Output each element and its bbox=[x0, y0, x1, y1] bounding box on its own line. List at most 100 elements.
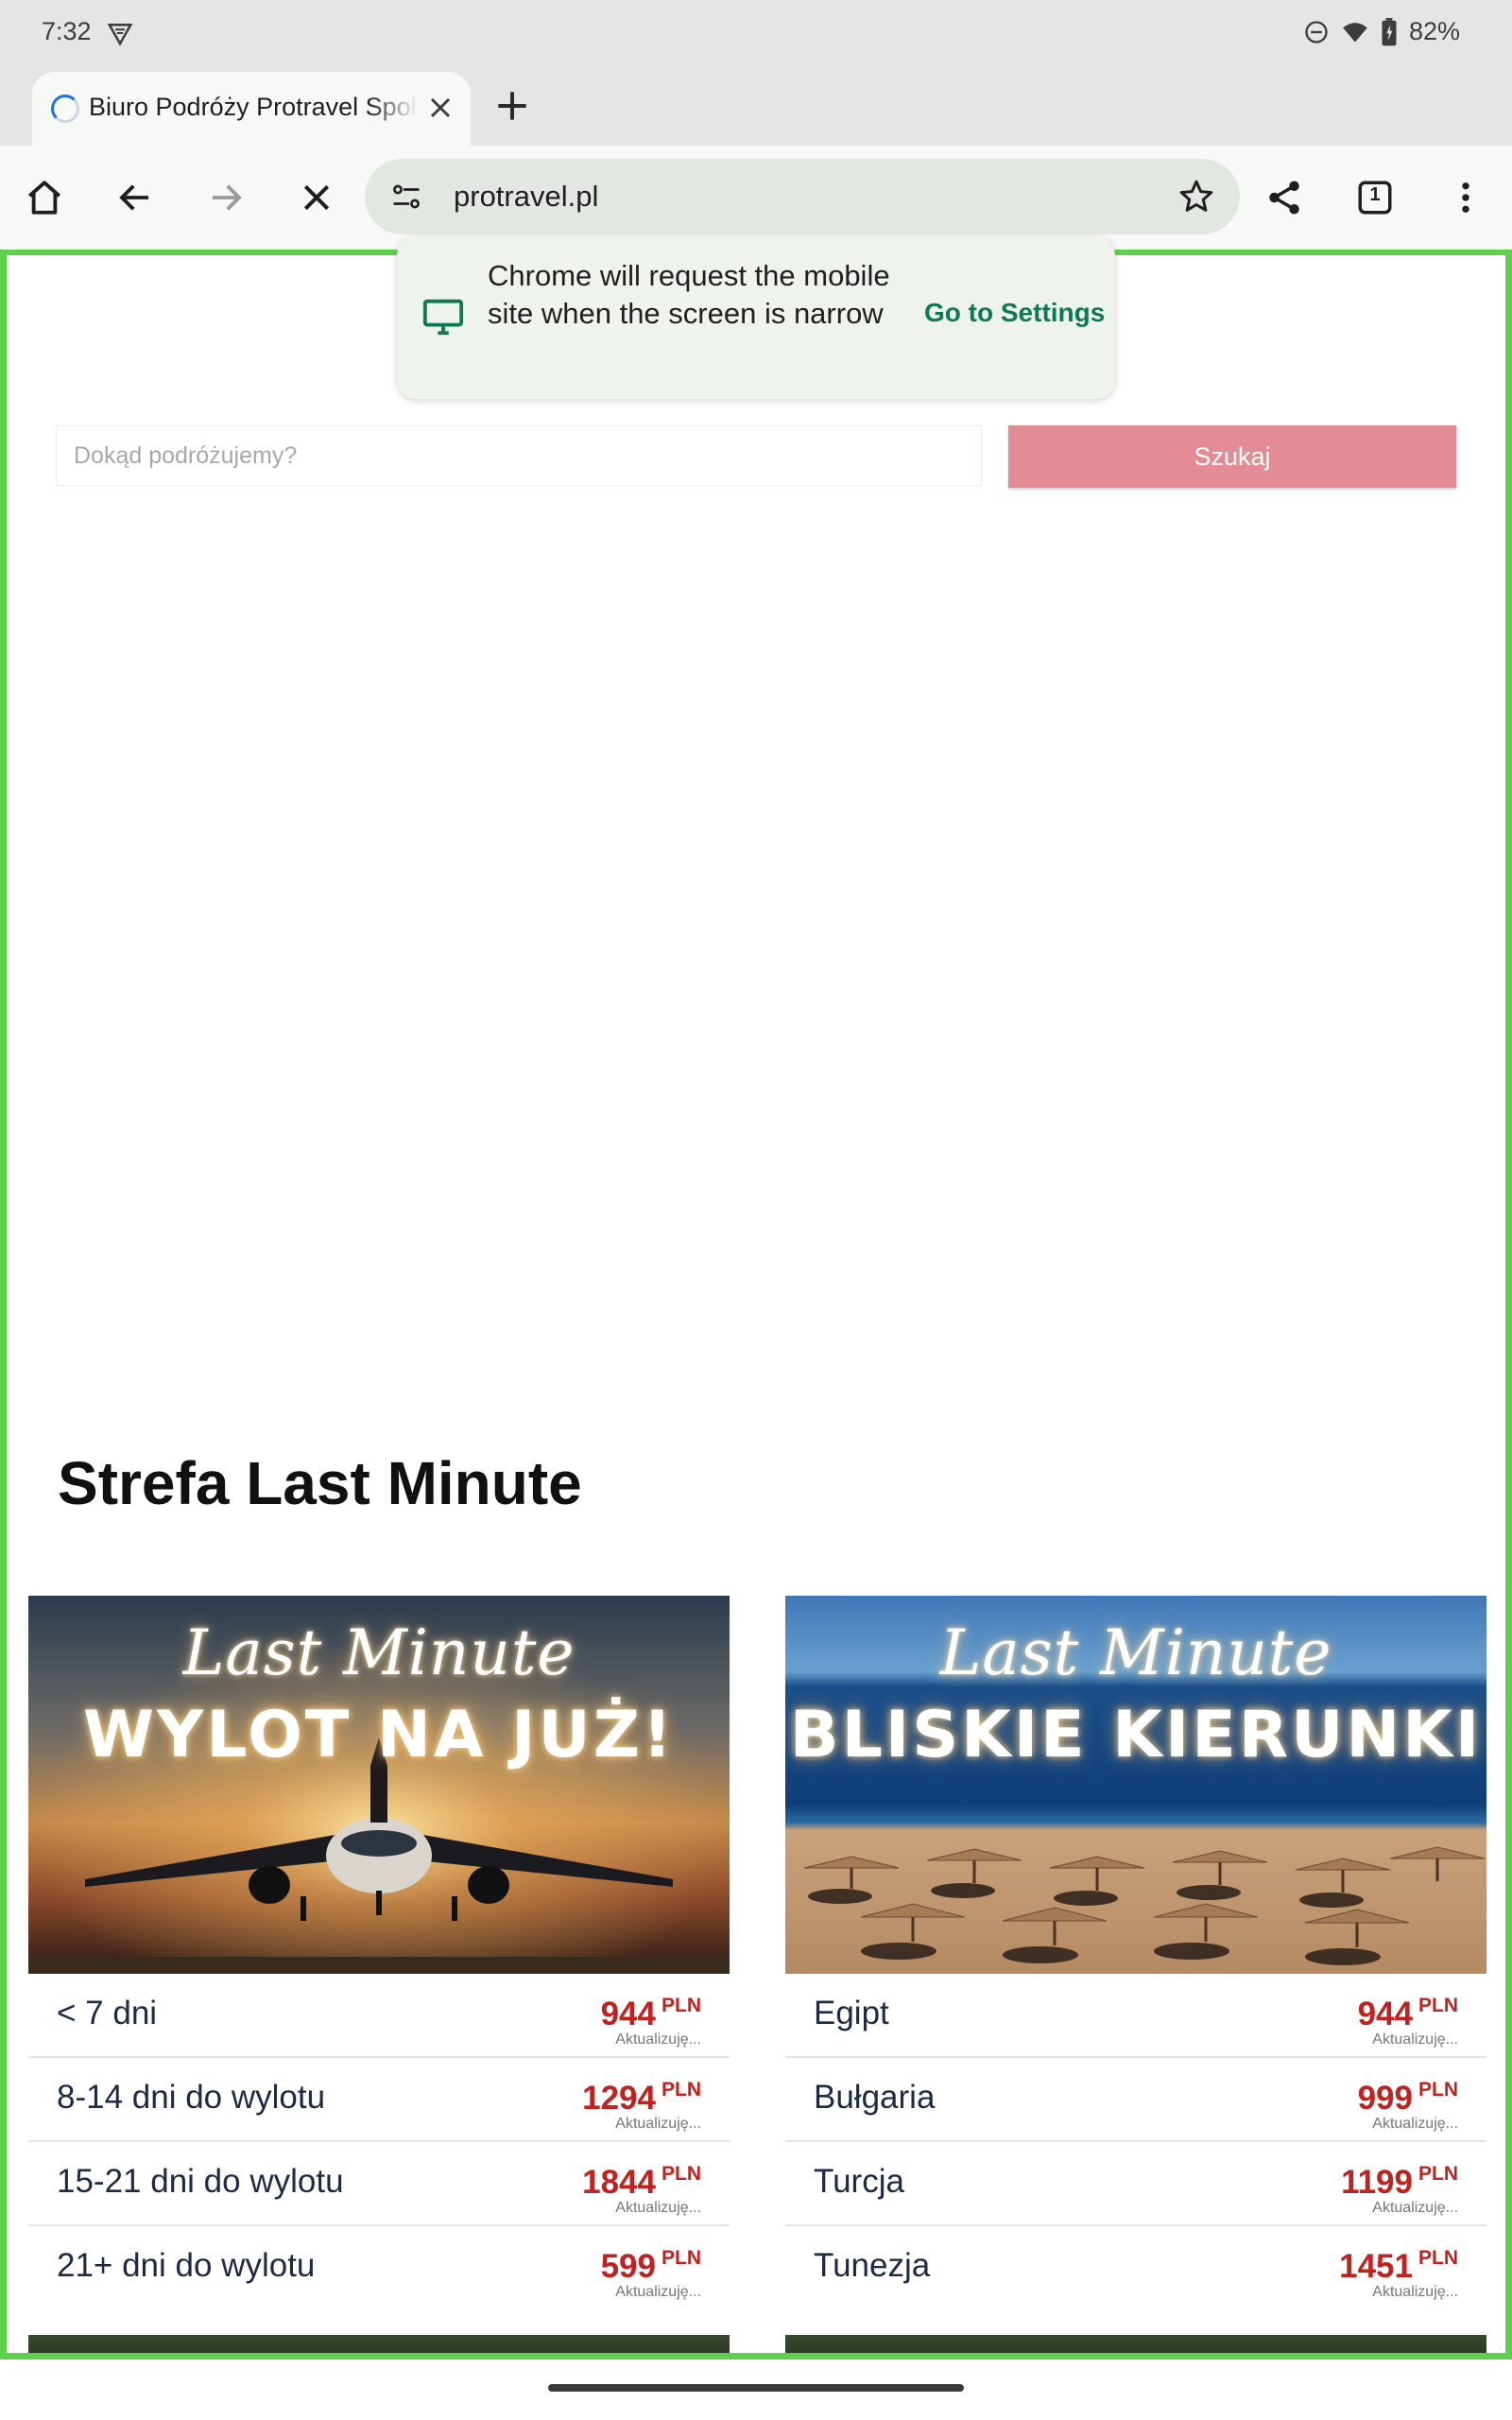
forward-icon bbox=[213, 184, 242, 211]
omnibox[interactable]: protravel.pl bbox=[365, 159, 1240, 234]
home-button[interactable] bbox=[21, 174, 68, 221]
loading-spinner-icon bbox=[51, 95, 79, 123]
price-value: 944 bbox=[1357, 1996, 1413, 2032]
price-currency: PLN bbox=[662, 2079, 701, 2100]
offer-label: < 7 dni bbox=[57, 1995, 158, 2031]
price-status: Aktualizuję... bbox=[615, 2031, 701, 2048]
offer-label: 15-21 dni do wylotu bbox=[57, 2163, 344, 2200]
offer-price: 1199 PLN Aktualizuję... bbox=[1341, 2163, 1458, 2217]
banner-script-text: Last Minute bbox=[182, 1616, 576, 1689]
price-status: Aktualizuję... bbox=[1372, 2031, 1458, 2048]
status-right: 82% bbox=[1303, 17, 1460, 46]
price-value: 1451 bbox=[1339, 2248, 1413, 2285]
offer-row[interactable]: Egipt 944 PLN Aktualizuję... bbox=[785, 1974, 1486, 2058]
price-value: 1844 bbox=[582, 2164, 656, 2201]
price-value: 1199 bbox=[1341, 2164, 1413, 2201]
status-bar: 7:32 82% bbox=[0, 0, 1512, 68]
tab-title: Biuro Podróży Protravel Społem bbox=[89, 93, 418, 121]
price-status: Aktualizuję... bbox=[1372, 2116, 1458, 2132]
star-icon[interactable] bbox=[1177, 178, 1215, 216]
offer-label: Egipt bbox=[814, 1995, 889, 2031]
toast-message: Chrome will request the mobile site when… bbox=[488, 259, 890, 330]
price-status: Aktualizuję... bbox=[1372, 2200, 1458, 2216]
next-card-image bbox=[28, 2335, 730, 2353]
stop-button[interactable] bbox=[293, 174, 340, 221]
menu-icon bbox=[1462, 182, 1469, 213]
offer-label: Bułgaria bbox=[814, 2079, 936, 2116]
offer-row[interactable]: 15-21 dni do wylotu 1844 PLN Aktualizuję..… bbox=[28, 2142, 730, 2226]
price-currency: PLN bbox=[1418, 2163, 1458, 2185]
share-icon bbox=[1269, 181, 1299, 215]
price-status: Aktualizuję... bbox=[1372, 2284, 1458, 2300]
price-value: 944 bbox=[600, 1996, 656, 2032]
price-status: Aktualizuję... bbox=[615, 2116, 701, 2132]
price-currency: PLN bbox=[662, 1995, 701, 2016]
battery-percent: 82% bbox=[1408, 17, 1460, 45]
offer-row[interactable]: < 7 dni 944 PLN Aktualizuję... bbox=[28, 1974, 730, 2058]
offer-label: 8-14 dni do wylotu bbox=[57, 2079, 326, 2116]
price-value: 599 bbox=[600, 2248, 656, 2285]
offer-label: Turcja bbox=[814, 2163, 904, 2200]
desktop-icon bbox=[422, 299, 464, 336]
offer-price: 944 PLN Aktualizuję... bbox=[1358, 1995, 1458, 2048]
offer-label: Tunezja bbox=[814, 2247, 931, 2284]
price-status: Aktualizuję... bbox=[615, 2200, 701, 2216]
banner-title: BLISKIE KIERUNKI bbox=[789, 1698, 1483, 1772]
stop-icon bbox=[303, 184, 330, 211]
offer-row[interactable]: 21+ dni do wylotu 599 PLN Aktualizuję... bbox=[28, 2226, 730, 2310]
offer-row[interactable]: Turcja 1199 PLN Aktualizuję... bbox=[785, 2142, 1486, 2226]
home-icon bbox=[27, 181, 61, 215]
offer-row[interactable]: Tunezja 1451 PLN Aktualizuję... bbox=[785, 2226, 1486, 2310]
offer-price: 1294 PLN Aktualizuję... bbox=[582, 2079, 701, 2133]
banner-title: WYLOT NA JUŻ! bbox=[82, 1698, 676, 1772]
gesture-nav-handle[interactable] bbox=[548, 2384, 964, 2392]
site-settings-icon[interactable] bbox=[389, 180, 423, 214]
offer-price: 599 PLN Aktualizuję... bbox=[601, 2247, 701, 2301]
price-currency: PLN bbox=[662, 2247, 701, 2269]
price-currency: PLN bbox=[1418, 1995, 1458, 2016]
forward-button[interactable] bbox=[202, 174, 249, 221]
offer-row[interactable]: Bułgaria 999 PLN Aktualizuję... bbox=[785, 2058, 1486, 2142]
tab-switcher-button[interactable]: 1 bbox=[1351, 174, 1399, 221]
back-button[interactable] bbox=[112, 174, 159, 221]
next-card-image bbox=[785, 2335, 1486, 2353]
price-status: Aktualizuję... bbox=[615, 2284, 701, 2300]
price-value: 999 bbox=[1357, 2080, 1413, 2117]
offer-price: 1844 PLN Aktualizuję... bbox=[582, 2163, 701, 2217]
banner-script-text: Last Minute bbox=[939, 1616, 1332, 1689]
price-currency: PLN bbox=[1418, 2079, 1458, 2100]
do-not-disturb-icon bbox=[1305, 20, 1328, 43]
card-banner[interactable]: Last Minute BLISKIE KIERUNKI bbox=[785, 1596, 1486, 1974]
price-currency: PLN bbox=[662, 2163, 701, 2185]
menu-button[interactable] bbox=[1442, 174, 1489, 221]
battery-icon bbox=[1382, 17, 1397, 45]
active-tab[interactable]: Biuro Podróży Protravel Społem bbox=[32, 72, 471, 146]
destination-search-input[interactable] bbox=[56, 425, 982, 486]
share-button[interactable] bbox=[1261, 174, 1308, 221]
plus-icon[interactable] bbox=[491, 85, 533, 127]
vpn-shield-icon bbox=[107, 24, 133, 46]
offer-price: 999 PLN Aktualizuję... bbox=[1358, 2079, 1458, 2133]
status-time: 7:32 bbox=[42, 17, 92, 45]
price-currency: PLN bbox=[1418, 2247, 1458, 2269]
card-banner[interactable]: Last Minute WYLOT NA JUŻ! bbox=[28, 1596, 730, 1974]
last-minute-card-departure[interactable]: Last Minute WYLOT NA JUŻ! < 7 dni 944 PLN… bbox=[28, 1596, 730, 2310]
back-icon bbox=[119, 184, 148, 211]
offer-label: 21+ dni do wylotu bbox=[57, 2247, 316, 2284]
wifi-icon bbox=[1343, 22, 1367, 42]
offer-price: 944 PLN Aktualizuję... bbox=[601, 1995, 701, 2048]
offer-price: 1451 PLN Aktualizuję... bbox=[1339, 2247, 1458, 2301]
go-to-settings-button[interactable]: Go to Settings bbox=[924, 298, 1105, 328]
tab-count: 1 bbox=[1369, 184, 1381, 205]
last-minute-card-nearby[interactable]: Last Minute BLISKIE KIERUNKI Egipt 944 PL… bbox=[785, 1596, 1486, 2310]
offer-row[interactable]: 8-14 dni do wylotu 1294 PLN Aktualizuję... bbox=[28, 2058, 730, 2142]
desktop-site-toast: Chrome will request the mobile site when… bbox=[397, 236, 1115, 399]
browser-toolbar: protravel.pl 1 bbox=[0, 146, 1512, 250]
price-value: 1294 bbox=[582, 2080, 656, 2117]
url-text[interactable]: protravel.pl bbox=[454, 180, 598, 214]
section-title: Strefa Last Minute bbox=[58, 1449, 582, 1517]
page-viewport: Szukaj Strefa Last Minute bbox=[0, 250, 1512, 2360]
close-icon[interactable] bbox=[423, 91, 457, 125]
search-button[interactable]: Szukaj bbox=[1008, 425, 1456, 488]
tab-strip: Biuro Podróży Protravel Społem bbox=[0, 68, 1512, 146]
